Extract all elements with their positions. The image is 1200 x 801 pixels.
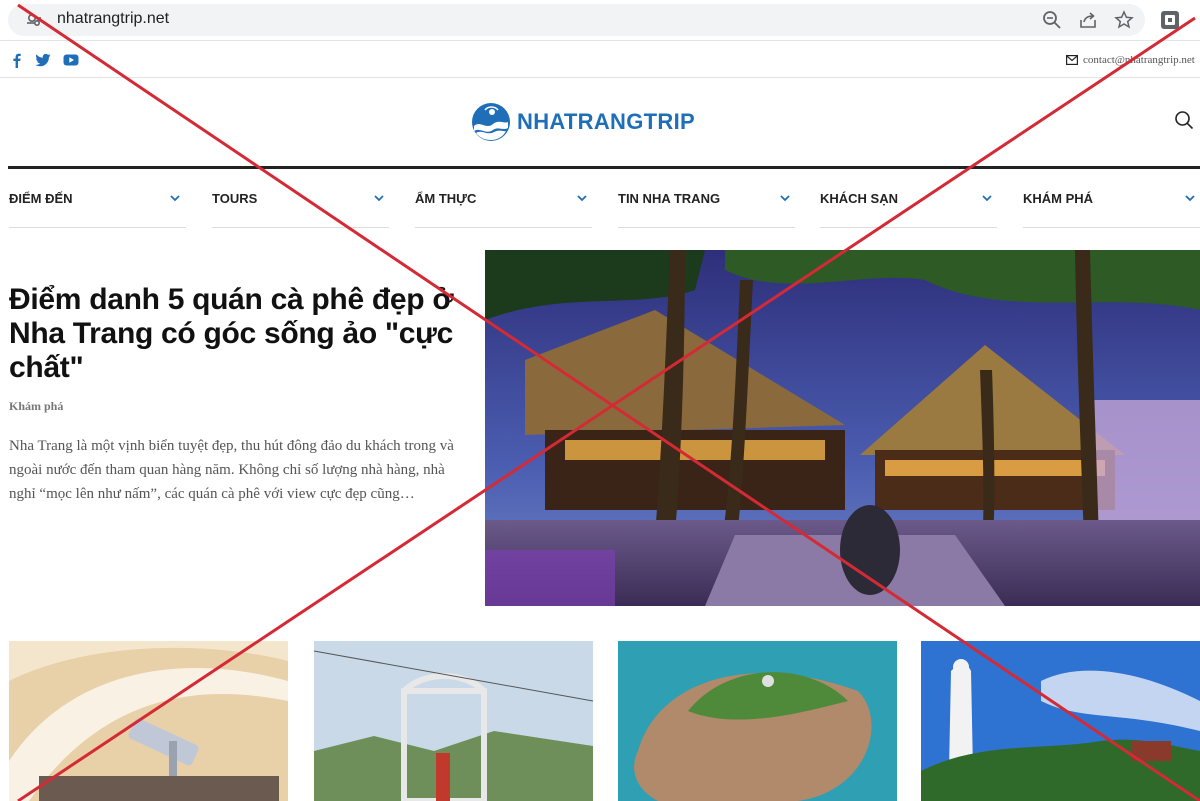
article-thumbnail[interactable] <box>618 641 897 801</box>
chevron-down-icon[interactable] <box>373 192 385 204</box>
header-rule <box>8 166 1200 169</box>
twitter-icon[interactable] <box>35 52 51 68</box>
divider <box>0 40 1200 41</box>
search-icon[interactable] <box>1174 110 1194 130</box>
logo-text: NHATRANGTRIP <box>517 109 695 134</box>
nav-item-diem-den[interactable]: ĐIỂM ĐẾN <box>9 188 186 228</box>
nav-item-am-thuc[interactable]: ẨM THỰC <box>415 188 592 228</box>
hero-category[interactable]: Khám phá <box>9 399 63 414</box>
contact-email-link[interactable]: contact@nhatrangtrip.net <box>1066 52 1195 68</box>
mail-icon <box>1066 55 1078 65</box>
browser-toolbar: nhatrangtrip.net <box>0 0 1200 40</box>
nav-label[interactable]: TOURS <box>212 191 257 206</box>
nav-item-kham-pha[interactable]: KHÁM PHÁ <box>1023 188 1200 228</box>
nav-label[interactable]: KHÁM PHÁ <box>1023 191 1093 206</box>
hero-image[interactable] <box>485 250 1200 606</box>
nav-item-tin-nha-trang[interactable]: TIN NHA TRANG <box>618 188 795 228</box>
article-thumbnail[interactable] <box>314 641 593 801</box>
hero-excerpt: Nha Trang là một vịnh biển tuyệt đẹp, th… <box>9 438 454 502</box>
chevron-down-icon[interactable] <box>981 192 993 204</box>
divider <box>0 77 1200 78</box>
logo-emblem-icon <box>472 103 510 141</box>
nav-label[interactable]: ĐIỂM ĐẾN <box>9 191 73 206</box>
facebook-icon[interactable] <box>9 52 25 68</box>
bookmark-star-icon[interactable] <box>1114 10 1134 30</box>
url-text[interactable]: nhatrangtrip.net <box>57 10 169 28</box>
nav-label[interactable]: KHÁCH SẠN <box>820 191 898 206</box>
extension-icon[interactable] <box>1160 10 1180 30</box>
site-logo[interactable]: NHATRANGTRIP <box>471 100 695 144</box>
contact-email[interactable]: contact@nhatrangtrip.net <box>1083 54 1195 66</box>
chevron-down-icon[interactable] <box>1184 192 1196 204</box>
nav-item-tours[interactable]: TOURS <box>212 188 389 228</box>
hero-article-title[interactable]: Điểm danh 5 quán cà phê đẹp ở Nha Trang … <box>9 283 479 385</box>
youtube-icon[interactable] <box>63 52 79 68</box>
zoom-icon[interactable] <box>1042 10 1062 30</box>
chevron-down-icon[interactable] <box>779 192 791 204</box>
nav-item-khach-san[interactable]: KHÁCH SẠN <box>820 188 997 228</box>
chevron-down-icon[interactable] <box>169 192 181 204</box>
address-bar[interactable]: nhatrangtrip.net <box>8 4 1145 36</box>
nav-label[interactable]: TIN NHA TRANG <box>618 191 720 206</box>
share-icon[interactable] <box>1078 10 1098 30</box>
chevron-down-icon[interactable] <box>576 192 588 204</box>
article-thumbnail[interactable] <box>921 641 1200 801</box>
lock-icon[interactable] <box>26 12 42 28</box>
nav-label[interactable]: ẨM THỰC <box>415 191 476 206</box>
article-thumbnail[interactable] <box>9 641 288 801</box>
